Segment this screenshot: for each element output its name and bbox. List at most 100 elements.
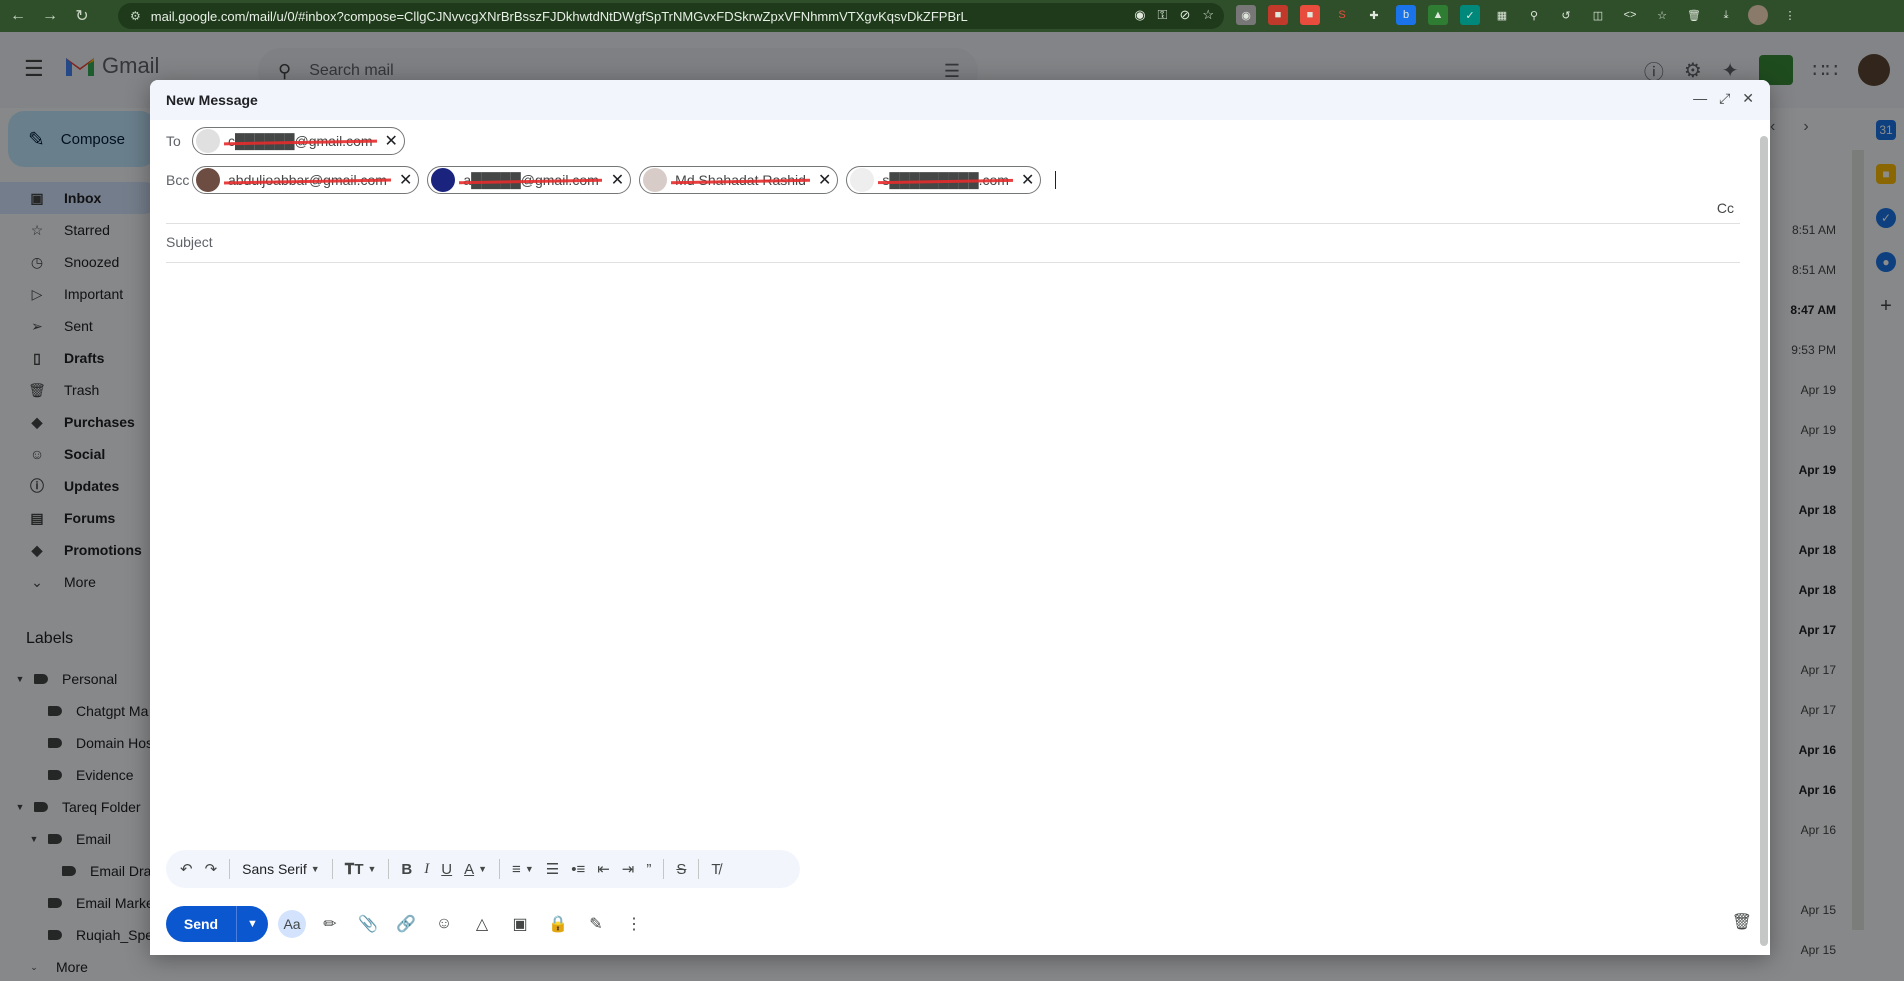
key-icon[interactable]: ⚿ — [1158, 7, 1168, 23]
back-icon[interactable]: ← — [4, 2, 32, 30]
remove-recipient-icon[interactable]: ✕ — [818, 170, 831, 190]
forward-icon[interactable]: → — [36, 2, 64, 30]
drive-icon[interactable]: △ — [468, 910, 496, 938]
formatting-options-icon[interactable]: Aa — [278, 910, 306, 938]
indent-more-icon[interactable]: ⇥ — [622, 860, 635, 878]
recipient-address: Md Shahadat Rashid — [675, 172, 806, 188]
location-icon[interactable]: ⚲ — [1524, 5, 1544, 25]
recipient-chip[interactable]: Md Shahadat Rashid ✕ — [639, 166, 839, 194]
separator — [663, 859, 665, 879]
extension-icon[interactable]: ■ — [1300, 5, 1320, 25]
schedule-send-dropdown-icon[interactable]: ▼ — [236, 906, 268, 942]
menu-icon[interactable]: ⋮ — [1780, 5, 1800, 25]
insert-link-icon[interactable]: 🔗 — [392, 910, 420, 938]
size-dropdown-icon[interactable]: ▼ — [368, 864, 377, 874]
to-row[interactable]: To c██████@gmail.com ✕ — [166, 126, 413, 156]
send-button[interactable]: Send — [166, 906, 236, 942]
font-dropdown-icon[interactable]: ▼ — [311, 864, 320, 874]
align-dropdown-icon[interactable]: ▼ — [525, 864, 534, 874]
close-icon[interactable]: ✕ — [1742, 90, 1754, 107]
recipient-chip[interactable]: abduljoabbar@gmail.com ✕ — [192, 166, 420, 194]
text-cursor — [1055, 171, 1057, 189]
signature-icon[interactable]: ✎ — [582, 910, 610, 938]
compose-actions: Send ▼ Aa ✏ 📎 🔗 ☺ △ ▣ 🔒 ✎ ⋮ — [166, 906, 648, 942]
eye-icon[interactable]: ◉ — [1134, 7, 1145, 23]
recipient-address: s█████████.com — [882, 172, 1009, 188]
recipient-avatar — [196, 129, 220, 153]
remove-recipient-icon[interactable]: ✕ — [611, 170, 624, 190]
text-size-icon[interactable]: 𝐓T — [345, 861, 364, 878]
history-icon[interactable]: ↺ — [1556, 5, 1576, 25]
profile-avatar[interactable] — [1748, 5, 1768, 25]
url-text: mail.google.com/mail/u/0/#inbox?compose=… — [150, 8, 968, 24]
font-select[interactable]: Sans Serif — [242, 861, 307, 877]
extension-icon[interactable]: ✚ — [1364, 5, 1384, 25]
discard-draft-icon[interactable]: 🗑 — [1732, 912, 1752, 932]
recipient-avatar — [431, 168, 456, 192]
separator — [229, 859, 231, 879]
formatting-toolbar: ↶ ↷ Sans Serif ▼ 𝐓T ▼ B I U A ▼ ≡ ▼ ☰ •≡… — [166, 850, 800, 888]
star-icon[interactable]: ☆ — [1652, 5, 1672, 25]
extension-icon[interactable]: ▲ — [1428, 5, 1448, 25]
exit-fullscreen-icon[interactable]: ⤢ — [1719, 90, 1730, 107]
bold-icon[interactable]: B — [401, 861, 412, 878]
cc-link[interactable]: Cc — [1717, 200, 1734, 216]
recipient-chip[interactable]: c██████@gmail.com ✕ — [192, 127, 405, 155]
recipient-address: c██████@gmail.com — [228, 133, 373, 149]
recipient-chip[interactable]: s█████████.com ✕ — [846, 166, 1042, 194]
bookmark-star-icon[interactable]: ☆ — [1202, 7, 1214, 23]
bulleted-list-icon[interactable]: •≡ — [571, 861, 585, 878]
numbered-list-icon[interactable]: ☰ — [546, 860, 559, 878]
puzzle-icon[interactable]: ▦ — [1492, 5, 1512, 25]
text-color-icon[interactable]: A — [464, 861, 474, 878]
insert-photo-icon[interactable]: ▣ — [506, 910, 534, 938]
remove-recipient-icon[interactable]: ✕ — [1021, 170, 1034, 190]
separator — [388, 859, 390, 879]
remove-recipient-icon[interactable]: ✕ — [385, 131, 398, 151]
code-icon[interactable]: <> — [1620, 5, 1640, 25]
separator — [698, 859, 700, 879]
bcc-label[interactable]: Bcc — [166, 172, 192, 188]
emoji-icon[interactable]: ☺ — [430, 910, 458, 938]
compose-title: New Message — [166, 92, 258, 108]
undo-icon[interactable]: ↶ — [180, 860, 193, 878]
camera-extension-icon[interactable]: ◉ — [1236, 5, 1256, 25]
strikethrough-icon[interactable]: S — [676, 861, 686, 878]
indent-less-icon[interactable]: ⇤ — [597, 860, 610, 878]
bcc-row[interactable]: Bcc abduljoabbar@gmail.com ✕ a█████@gmail.… — [166, 165, 1057, 195]
color-dropdown-icon[interactable]: ▼ — [478, 864, 487, 874]
browser-toolbar: ← → ↻ ⚙ mail.google.com/mail/u/0/#inbox?… — [0, 0, 1904, 32]
download-icon[interactable]: ⤓ — [1716, 5, 1736, 25]
more-options-icon[interactable]: ⋮ — [620, 910, 648, 938]
separator — [499, 859, 501, 879]
extension-icon[interactable]: ■ — [1268, 5, 1288, 25]
divider — [166, 262, 1740, 263]
italic-icon[interactable]: I — [424, 861, 429, 878]
remove-recipient-icon[interactable]: ✕ — [399, 170, 412, 190]
recipient-avatar — [850, 168, 875, 192]
recipient-chip[interactable]: a█████@gmail.com ✕ — [427, 166, 632, 194]
extension-icon[interactable]: b — [1396, 5, 1416, 25]
redo-icon[interactable]: ↷ — [205, 860, 218, 878]
compose-scrollbar[interactable] — [1760, 136, 1768, 946]
subject-field[interactable]: Subject — [166, 234, 213, 250]
trash-icon[interactable]: 🗑 — [1684, 5, 1704, 25]
address-bar[interactable]: ⚙ mail.google.com/mail/u/0/#inbox?compos… — [118, 3, 1224, 29]
underline-icon[interactable]: U — [441, 861, 452, 878]
reload-icon[interactable]: ↻ — [68, 2, 96, 30]
extension-icon[interactable]: ✓ — [1460, 5, 1480, 25]
align-icon[interactable]: ≡ — [512, 861, 521, 878]
to-label[interactable]: To — [166, 133, 192, 149]
help-me-write-icon[interactable]: ✏ — [316, 910, 344, 938]
extension-icon[interactable]: S — [1332, 5, 1352, 25]
remove-formatting-icon[interactable]: T̸ — [711, 861, 720, 878]
confidential-mode-icon[interactable]: 🔒 — [544, 910, 572, 938]
quote-icon[interactable]: ” — [646, 861, 651, 878]
attach-icon[interactable]: 📎 — [354, 910, 382, 938]
site-settings-icon[interactable]: ⚙ — [130, 9, 141, 23]
minimize-icon[interactable]: — — [1693, 90, 1707, 107]
recipient-avatar — [643, 168, 668, 192]
eye-off-icon[interactable]: ⊘ — [1179, 7, 1190, 23]
sidebar-icon[interactable]: ◫ — [1588, 5, 1608, 25]
divider — [166, 223, 1740, 224]
